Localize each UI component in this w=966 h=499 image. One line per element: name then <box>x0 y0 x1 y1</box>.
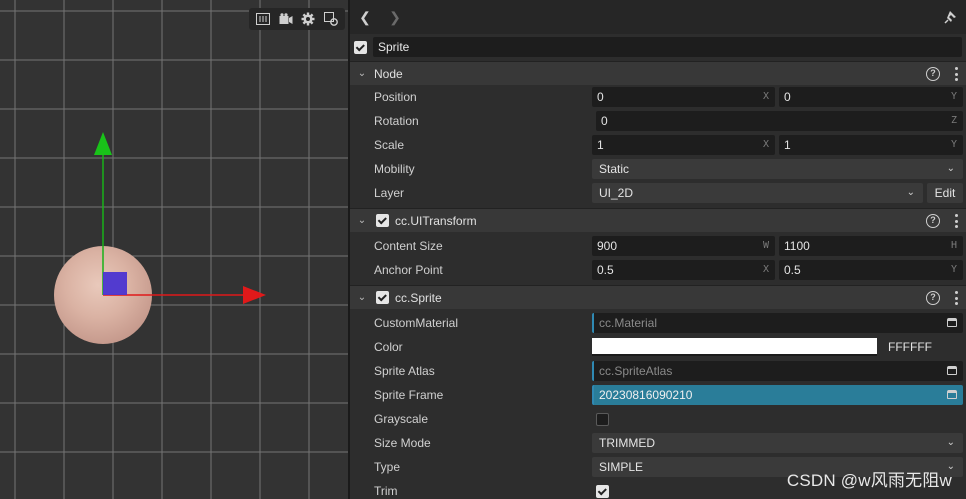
prop-label: Layer <box>374 186 405 200</box>
content-size-w-input[interactable]: 900 W <box>592 236 775 256</box>
asset-library-icon <box>947 390 957 399</box>
color-swatch[interactable] <box>592 338 877 356</box>
color-row: Color FFFFFF <box>350 335 966 359</box>
asset-library-icon <box>947 318 957 327</box>
rotation-row: Rotation 0Z <box>350 109 966 133</box>
sprite-frame-asset-field[interactable]: 20230816090210 <box>592 385 963 405</box>
prop-label: Trim <box>374 484 398 498</box>
sprite-atlas-row: Sprite Atlas cc.SpriteAtlas <box>350 359 966 383</box>
chevron-down-icon: ⌄ <box>946 437 955 448</box>
color-hex-value[interactable]: FFFFFF <box>888 340 932 354</box>
chevron-down-icon[interactable]: ⌄ <box>352 68 372 79</box>
layer-row: Layer UI_2D ⌄ Edit <box>350 181 966 205</box>
grid-toggle-icon[interactable] <box>255 11 271 27</box>
custom-material-row: CustomMaterial cc.Material <box>350 311 966 335</box>
node-active-checkbox[interactable] <box>354 40 367 54</box>
section-title: Node <box>374 66 403 81</box>
position-y-input[interactable]: 0Y <box>779 87 963 107</box>
prop-label: Type <box>374 460 401 474</box>
chevron-down-icon[interactable]: ⌄ <box>352 215 372 226</box>
custom-material-asset-field[interactable]: cc.Material <box>592 313 963 333</box>
mobility-select[interactable]: Static ⌄ <box>592 159 963 179</box>
position-x-input[interactable]: 0X <box>592 87 775 107</box>
size-mode-select[interactable]: TRIMMED ⌄ <box>592 433 963 453</box>
gizmo-icon[interactable] <box>323 11 339 27</box>
uitransform-section-header[interactable]: ⌄ cc.UITransform ? <box>350 208 966 232</box>
chevron-down-icon[interactable]: ⌄ <box>352 292 372 303</box>
gizmo-center-square <box>103 272 127 295</box>
prop-label: Color <box>374 340 403 354</box>
prop-label: Grayscale <box>374 412 429 426</box>
inspector-nav-bar: ❮ ❯ <box>350 0 966 34</box>
prop-label: Position <box>374 90 417 104</box>
uitransform-enabled-checkbox[interactable] <box>376 214 389 227</box>
trim-checkbox[interactable] <box>596 484 609 498</box>
layer-edit-button[interactable]: Edit <box>927 183 963 203</box>
anchor-point-row: Anchor Point 0.5 X 0.5 Y <box>350 258 966 282</box>
prop-label: Rotation <box>374 114 419 128</box>
size-mode-row: Size Mode TRIMMED ⌄ <box>350 431 966 455</box>
sprite-atlas-asset-field[interactable]: cc.SpriteAtlas <box>592 361 963 381</box>
content-size-h-input[interactable]: 1100 H <box>779 236 963 256</box>
help-icon[interactable]: ? <box>926 67 940 81</box>
camera-icon[interactable] <box>278 11 294 27</box>
section-title: cc.UITransform <box>395 213 477 228</box>
more-options-icon[interactable] <box>954 214 958 228</box>
prop-label: Mobility <box>374 162 415 176</box>
anchor-y-input[interactable]: 0.5 Y <box>779 260 963 280</box>
sprite-enabled-checkbox[interactable] <box>376 291 389 304</box>
prop-label: CustomMaterial <box>374 316 459 330</box>
watermark-text: CSDN @w风雨无阻w <box>786 471 952 490</box>
node-section-header[interactable]: ⌄ Node ? <box>350 61 966 85</box>
position-row: Position 0X 0Y <box>350 85 966 109</box>
mobility-row: Mobility Static ⌄ <box>350 157 966 181</box>
scale-row: Scale 1X 1Y <box>350 133 966 157</box>
node-name-input[interactable]: Sprite <box>373 37 962 57</box>
node-name-row: Sprite <box>350 35 966 59</box>
prop-label: Content Size <box>374 239 443 253</box>
help-icon[interactable]: ? <box>926 291 940 305</box>
editor-root: ❮ ❯ Sprite ⌄ Node ? Position 0X 0Y Rotat… <box>0 0 966 499</box>
chevron-down-icon: ⌄ <box>946 163 955 174</box>
section-title: cc.Sprite <box>395 290 442 305</box>
scale-x-input[interactable]: 1X <box>592 135 775 155</box>
prop-label: Sprite Frame <box>374 388 444 402</box>
prop-label: Size Mode <box>374 436 431 450</box>
sprite-frame-row: Sprite Frame 20230816090210 <box>350 383 966 407</box>
prop-label: Anchor Point <box>374 263 443 277</box>
prop-label: Scale <box>374 138 405 152</box>
gizmo-x-arrow <box>243 286 266 304</box>
pin-icon[interactable] <box>944 9 960 25</box>
grayscale-row: Grayscale <box>350 407 966 431</box>
more-options-icon[interactable] <box>954 67 958 81</box>
gear-icon[interactable] <box>300 11 316 27</box>
inspector-panel: ❮ ❯ Sprite ⌄ Node ? Position 0X 0Y Rotat… <box>350 0 966 499</box>
chevron-down-icon: ⌄ <box>906 187 915 198</box>
help-icon[interactable]: ? <box>926 214 940 228</box>
scene-view[interactable] <box>0 0 348 499</box>
gizmo-y-arrow <box>94 132 112 155</box>
scene-toolbar <box>249 8 345 30</box>
sprite-section-header[interactable]: ⌄ cc.Sprite ? <box>350 285 966 309</box>
prop-label: Sprite Atlas <box>374 364 435 378</box>
more-options-icon[interactable] <box>954 291 958 305</box>
content-size-row: Content Size 900 W 1100 H <box>350 234 966 258</box>
scene-grid <box>0 0 348 499</box>
layer-select[interactable]: UI_2D ⌄ <box>592 183 923 203</box>
asset-library-icon <box>947 366 957 375</box>
rotation-z-input[interactable]: 0Z <box>596 111 963 131</box>
scale-y-input[interactable]: 1Y <box>779 135 963 155</box>
grayscale-checkbox[interactable] <box>596 412 609 426</box>
anchor-x-input[interactable]: 0.5 X <box>592 260 775 280</box>
chevron-left-icon[interactable]: ❮ <box>350 0 380 34</box>
chevron-right-icon[interactable]: ❯ <box>380 0 410 34</box>
